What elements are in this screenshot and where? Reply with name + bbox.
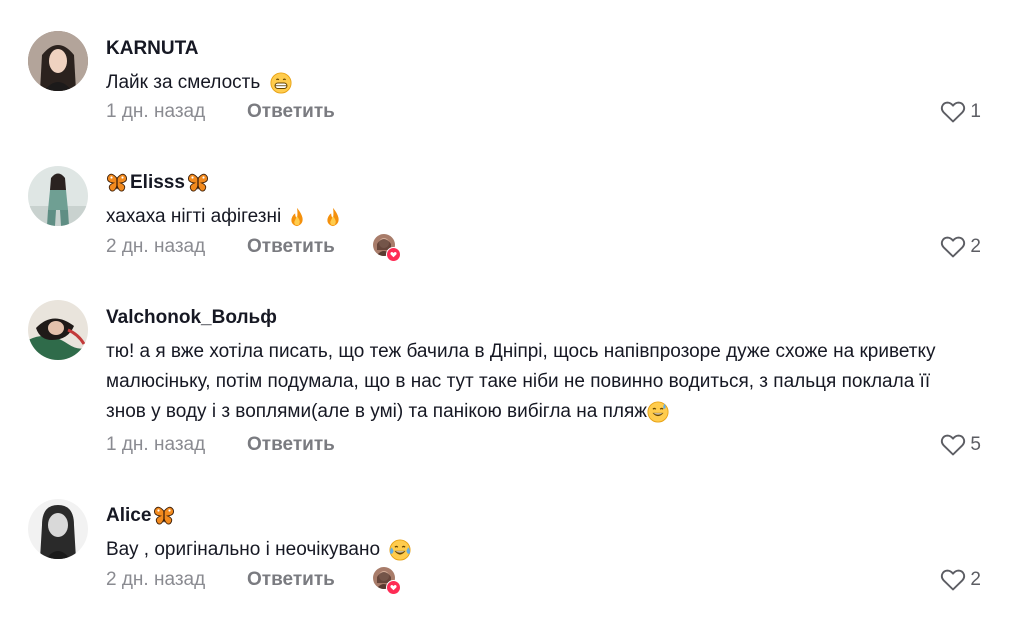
grinning-face-with-sweat-emoji-icon [647, 401, 669, 423]
heart-outline-icon[interactable] [940, 235, 966, 259]
reply-button[interactable]: Ответить [247, 236, 335, 258]
like-count: 2 [970, 236, 981, 257]
username-text[interactable]: Elisss [130, 171, 185, 195]
like-button[interactable]: 1 [940, 97, 981, 127]
comment-time: 1 дн. назад [106, 101, 206, 122]
heart-icon [385, 247, 401, 262]
comment-username[interactable]: KARNUTA [106, 37, 991, 61]
butterfly-icon [187, 172, 209, 194]
butterfly-icon [106, 172, 128, 194]
comment-meta: 1 дн. назад Ответить [106, 97, 335, 127]
heart-icon [385, 580, 401, 595]
comment-time: 2 дн. назад [106, 569, 206, 590]
like-button[interactable]: 5 [940, 430, 981, 460]
comment-text-content: тю! а я вже хотіла писать, що теж бачила… [106, 341, 936, 422]
liked-by-creator [372, 234, 401, 262]
avatar[interactable] [28, 166, 88, 226]
comment-meta: 2 дн. назад Ответить [106, 232, 401, 262]
like-count: 5 [970, 434, 981, 455]
reply-button[interactable]: Ответить [247, 434, 335, 456]
heart-outline-icon[interactable] [940, 100, 966, 124]
comment-username[interactable]: Alice [106, 504, 991, 528]
butterfly-icon [153, 505, 175, 527]
comment-time: 1 дн. назад [106, 434, 206, 455]
comment-username[interactable]: Elisss [106, 171, 991, 195]
heart-outline-icon[interactable] [940, 433, 966, 457]
comment-text-content: хахаха нігті афігезні [106, 206, 282, 227]
face-with-tears-of-joy-emoji-icon [389, 539, 411, 561]
avatar[interactable] [28, 300, 88, 360]
comment-text: тю! а я вже хотіла писать, що теж бачила… [106, 337, 946, 427]
comment-text: Лайк за смелость [106, 68, 991, 98]
avatar[interactable] [28, 31, 88, 91]
like-count: 2 [970, 569, 981, 590]
heart-outline-icon[interactable] [940, 568, 966, 592]
comment-meta: 2 дн. назад Ответить [106, 565, 401, 595]
liked-by-creator [372, 567, 401, 595]
comment-time: 2 дн. назад [106, 236, 206, 257]
reply-button[interactable]: Ответить [247, 101, 335, 123]
comment-text-content: Вау , оригінально і неочікувано [106, 539, 381, 560]
grinning-face-emoji-icon [270, 72, 292, 94]
like-button[interactable]: 2 [940, 232, 981, 262]
username-text[interactable]: Alice [106, 504, 151, 528]
like-button[interactable]: 2 [940, 565, 981, 595]
like-count: 1 [970, 101, 981, 122]
comment-text: Вау , оригінально і неочікувано [106, 535, 991, 565]
avatar[interactable] [28, 499, 88, 559]
comment-username[interactable]: Valchonok_Вольф [106, 306, 991, 330]
fire-emoji-icon [286, 206, 308, 228]
reply-button[interactable]: Ответить [247, 569, 335, 591]
comment-meta: 1 дн. назад Ответить [106, 430, 335, 460]
comment-text-content: Лайк за смелость [106, 72, 261, 93]
comment-text: хахаха нігті афігезні [106, 202, 991, 232]
username-text[interactable]: KARNUTA [106, 37, 199, 61]
username-text[interactable]: Valchonok_Вольф [106, 306, 277, 330]
fire-emoji-icon [322, 206, 344, 228]
